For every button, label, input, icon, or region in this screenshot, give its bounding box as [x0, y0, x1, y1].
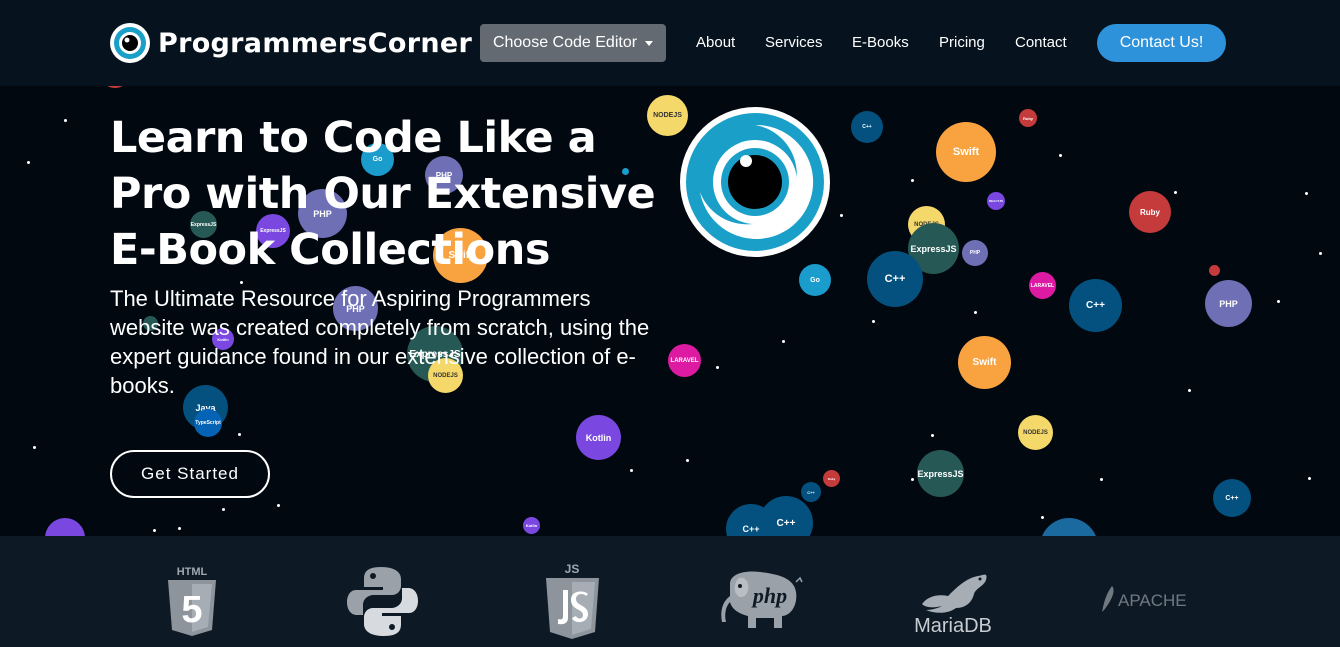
mariadb-icon: MariaDB — [914, 574, 992, 634]
hero-subtext: The Ultimate Resource for Aspiring Progr… — [110, 286, 650, 398]
star — [33, 446, 36, 449]
eye-logo-icon — [110, 23, 150, 63]
bubble-cpp: C++ — [851, 111, 883, 143]
python-icon — [347, 567, 418, 636]
choose-editor-dropdown[interactable]: Choose Code Editor — [480, 24, 666, 62]
bubble-cpp: C++ — [801, 482, 821, 502]
hero-headline: Learn to Code Like a Pro with Our Extens… — [110, 113, 656, 275]
bubble-ruby: Ruby — [823, 470, 840, 487]
star — [1059, 154, 1062, 157]
hero-section: NODEJS Go PHP PHP ExpressJS ExpressJS Sw… — [0, 86, 1340, 536]
star — [840, 214, 843, 217]
nav-link-ebooks[interactable]: E-Books — [852, 34, 909, 51]
star — [222, 508, 225, 511]
bubble-laravel: LARAVEL — [1029, 272, 1056, 299]
star — [1319, 252, 1322, 255]
star — [1188, 389, 1191, 392]
choose-editor-label: Choose Code Editor — [492, 34, 638, 51]
star — [1041, 516, 1044, 519]
bubble-go: Go — [799, 264, 831, 296]
star — [1100, 478, 1103, 481]
bubble-reactjs: REACTJS — [987, 192, 1005, 210]
navbar: ProgrammersCorner Choose Code Editor Abo… — [0, 0, 1340, 86]
bubble-ruby: Ruby — [1129, 191, 1171, 233]
bubble-kotlin: Kotlin — [576, 415, 621, 460]
bubble-cpp: C++ — [759, 496, 813, 536]
star — [716, 366, 719, 369]
bubble-ruby-partial — [100, 86, 130, 88]
javascript-icon-text: JS — [565, 562, 580, 576]
apache-feather-icon: APACHE — [1102, 586, 1187, 612]
star — [1305, 192, 1308, 195]
star — [630, 469, 633, 472]
brand-logo[interactable]: ProgrammersCorner — [110, 23, 472, 63]
star — [872, 320, 875, 323]
star — [64, 119, 67, 122]
get-started-button[interactable]: Get Started — [110, 450, 270, 498]
bubble-partial — [1040, 518, 1098, 536]
bubble-laravel: LARAVEL — [668, 344, 701, 377]
bubble-swift: Swift — [958, 336, 1011, 389]
star — [911, 179, 914, 182]
star — [153, 529, 156, 532]
apache-feather-icon-text: APACHE — [1118, 591, 1187, 610]
bubble-partial — [45, 518, 85, 536]
caret-down-icon — [645, 40, 654, 46]
star — [686, 459, 689, 462]
star — [277, 504, 280, 507]
bubble-cpp: C++ — [867, 251, 923, 307]
nav-link-services[interactable]: Services — [765, 34, 823, 51]
bubble-nodejs: NODEJS — [1018, 415, 1053, 450]
php-elephant-icon: php — [721, 571, 803, 628]
bubble-swift: Swift — [936, 122, 996, 182]
star — [1308, 477, 1311, 480]
star — [782, 340, 785, 343]
nav-link-pricing[interactable]: Pricing — [939, 34, 985, 51]
star — [178, 527, 181, 530]
star — [974, 311, 977, 314]
brand-name: ProgrammersCorner — [158, 27, 473, 59]
star — [911, 478, 914, 481]
bubble-typescript: TypeScript — [194, 409, 222, 437]
eye-hero-icon — [680, 107, 830, 257]
star — [27, 161, 30, 164]
html5-icon: HTML 5 — [168, 566, 216, 636]
star — [1174, 191, 1177, 194]
html5-icon-number: 5 — [181, 589, 202, 631]
bubble-kotlin: Kotlin — [523, 517, 540, 534]
bubble-cpp: C++ — [1213, 479, 1251, 517]
bubble-ruby: Ruby — [1019, 109, 1037, 127]
nav-link-contact[interactable]: Contact — [1015, 34, 1067, 51]
html5-icon-text: HTML — [177, 566, 208, 578]
javascript-icon: JS — [546, 562, 599, 639]
bubble-expressjs: ExpressJS — [917, 450, 964, 497]
mariadb-icon-text: MariaDB — [914, 615, 992, 634]
star — [931, 434, 934, 437]
php-elephant-icon-text: php — [751, 583, 787, 608]
bubble-cpp: C++ — [1069, 279, 1122, 332]
star — [238, 433, 241, 436]
bubble-php: PHP — [962, 240, 988, 266]
nav-link-about[interactable]: About — [696, 34, 735, 51]
bubble-small — [1209, 265, 1220, 276]
bubble-php: PHP — [1205, 280, 1252, 327]
tech-logos-bar: HTML 5 JS php MariaDB APACHE — [0, 536, 1340, 647]
star — [1277, 300, 1280, 303]
contact-us-button[interactable]: Contact Us! — [1097, 24, 1226, 62]
